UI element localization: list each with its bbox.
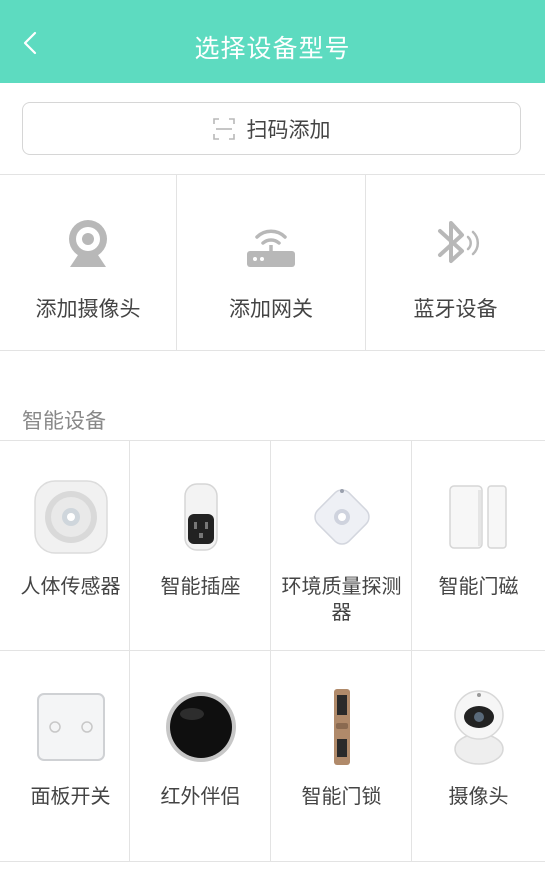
add-gateway-option[interactable]: 添加网关 xyxy=(177,175,365,350)
device-ir-companion[interactable]: 红外伴侣 xyxy=(130,651,271,861)
router-icon xyxy=(247,229,295,267)
device-motion-sensor[interactable]: 人体传感器 xyxy=(0,441,141,651)
device-name: 面板开关 xyxy=(30,784,111,808)
scan-add-label: 扫码添加 xyxy=(246,117,331,142)
divider xyxy=(0,350,545,351)
device-camera[interactable]: 摄像头 xyxy=(412,651,545,861)
device-name: 智能门磁 xyxy=(438,574,519,598)
divider xyxy=(0,861,545,862)
smart-lock-image xyxy=(333,689,350,765)
device-smart-plug[interactable]: 智能插座 xyxy=(130,441,271,651)
device-name: 智能门锁 xyxy=(301,784,382,808)
device-smart-lock[interactable]: 智能门锁 xyxy=(271,651,412,861)
device-name: 红外伴侣 xyxy=(160,784,241,808)
bluetooth-device-label: 蓝牙设备 xyxy=(413,297,498,321)
page-title: 选择设备型号 xyxy=(194,34,351,63)
device-name: 智能插座 xyxy=(160,574,241,598)
section-title: 智能设备 xyxy=(22,409,106,433)
header-bar: 选择设备型号 xyxy=(0,0,545,83)
camera-image xyxy=(453,690,504,765)
device-name: 环境质量探测器 xyxy=(281,574,402,624)
air-quality-detector-image xyxy=(313,489,370,545)
ir-companion-image xyxy=(165,692,236,762)
panel-switch-image xyxy=(36,693,105,761)
device-name: 摄像头 xyxy=(448,784,509,808)
bluetooth-device-option[interactable]: 蓝牙设备 xyxy=(366,175,545,350)
scan-add-button[interactable]: 扫码添加 xyxy=(22,102,521,155)
webcam-icon xyxy=(69,220,107,267)
add-camera-label: 添加摄像头 xyxy=(35,297,141,321)
add-camera-option[interactable]: 添加摄像头 xyxy=(0,175,176,350)
scan-icon xyxy=(212,117,235,140)
device-panel-switch[interactable]: 面板开关 xyxy=(0,651,141,861)
door-sensor-image xyxy=(448,485,507,549)
device-name: 人体传感器 xyxy=(20,574,121,598)
device-door-sensor[interactable]: 智能门磁 xyxy=(412,441,545,651)
bluetooth-icon xyxy=(437,221,479,263)
motion-sensor-image xyxy=(33,480,108,554)
add-gateway-label: 添加网关 xyxy=(229,297,313,321)
smart-plug-image xyxy=(183,483,218,551)
device-air-quality-detector[interactable]: 环境质量探测器 xyxy=(271,441,412,651)
